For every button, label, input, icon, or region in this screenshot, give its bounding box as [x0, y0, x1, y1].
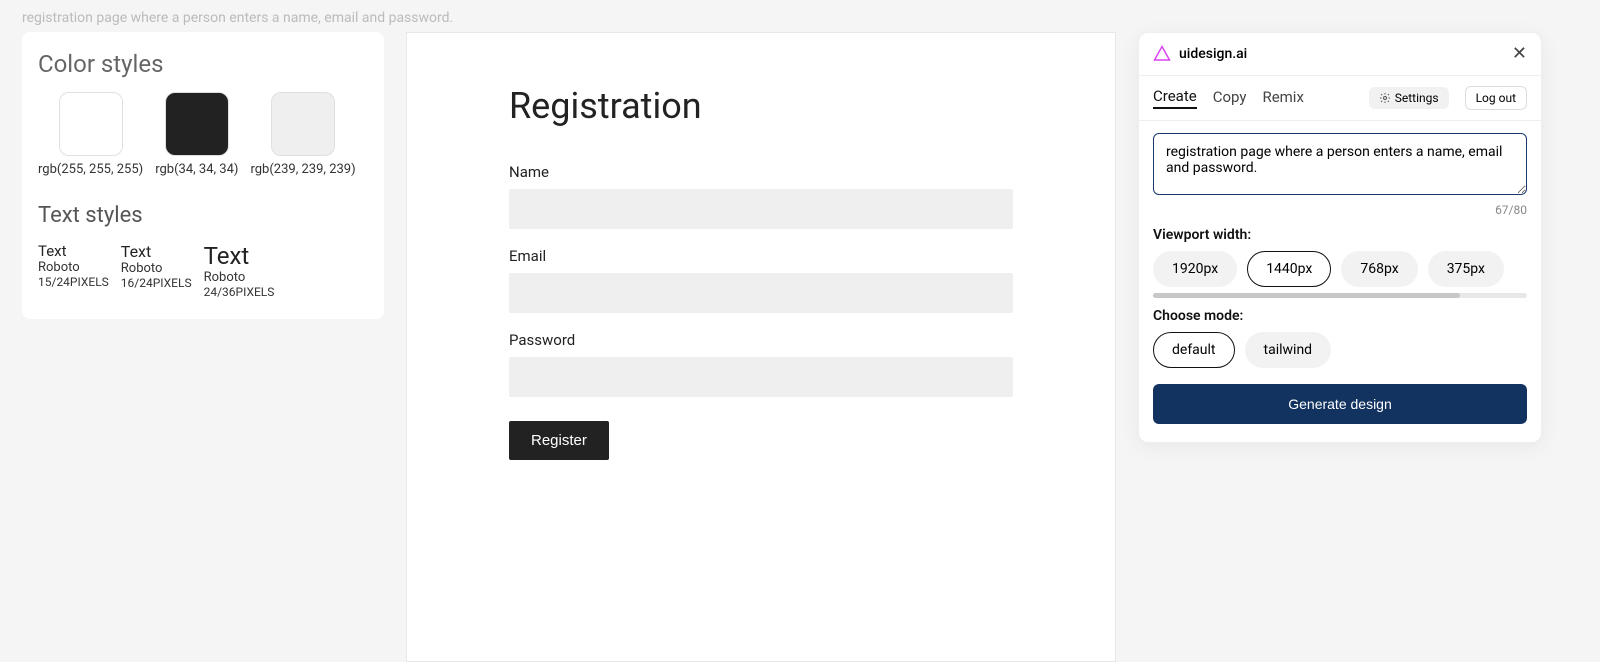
settings-label: Settings: [1395, 91, 1439, 105]
preview-panel: Registration Name Email Password Registe…: [406, 32, 1116, 662]
text-style-row: Text Roboto 15/24PIXELS Text Roboto 16/2…: [38, 242, 368, 299]
text-styles-title: Text styles: [38, 203, 368, 228]
name-input[interactable]: [509, 189, 1013, 229]
char-count: 67/80: [1153, 203, 1527, 217]
password-input[interactable]: [509, 357, 1013, 397]
color-styles-title: Color styles: [38, 50, 368, 78]
viewport-768[interactable]: 768px: [1341, 251, 1417, 287]
viewport-scrollbar[interactable]: [1153, 293, 1527, 298]
color-swatch-row: rgb(255, 255, 255) rgb(34, 34, 34) rgb(2…: [38, 92, 368, 177]
mode-row: default tailwind: [1153, 332, 1527, 368]
panel-header: uidesign.ai ✕: [1139, 33, 1541, 76]
text-sample: Text: [38, 242, 109, 260]
color-label: rgb(255, 255, 255): [38, 162, 143, 177]
color-label: rgb(239, 239, 239): [250, 162, 355, 177]
password-label: Password: [509, 331, 1013, 349]
text-sample: Text: [204, 242, 275, 270]
top-prompt-text: registration page where a person enters …: [22, 10, 453, 26]
text-sample: Text: [121, 242, 192, 261]
color-swatch-item: rgb(255, 255, 255): [38, 92, 143, 177]
tab-remix[interactable]: Remix: [1262, 88, 1303, 108]
mode-label: Choose mode:: [1153, 308, 1527, 324]
tab-row: Create Copy Remix Settings Log out: [1139, 76, 1541, 121]
text-family: Roboto: [204, 270, 275, 285]
gear-icon: [1379, 92, 1391, 104]
text-style-item[interactable]: Text Roboto 16/24PIXELS: [121, 242, 192, 299]
register-button[interactable]: Register: [509, 421, 609, 460]
logout-button[interactable]: Log out: [1465, 86, 1527, 110]
brand-name: uidesign.ai: [1179, 46, 1512, 62]
name-label: Name: [509, 163, 1013, 181]
viewport-label: Viewport width:: [1153, 227, 1527, 243]
text-style-item[interactable]: Text Roboto 15/24PIXELS: [38, 242, 109, 299]
prompt-textarea[interactable]: [1153, 133, 1527, 195]
close-icon[interactable]: ✕: [1512, 45, 1527, 63]
settings-button[interactable]: Settings: [1369, 87, 1449, 109]
mode-default[interactable]: default: [1153, 332, 1235, 368]
generate-button[interactable]: Generate design: [1153, 384, 1527, 424]
color-label: rgb(34, 34, 34): [155, 162, 238, 177]
color-swatch-item: rgb(34, 34, 34): [155, 92, 238, 177]
logo-icon: [1153, 45, 1171, 63]
viewport-row: 1920px 1440px 768px 375px: [1153, 251, 1527, 287]
tab-create[interactable]: Create: [1153, 87, 1197, 109]
page-title: Registration: [509, 85, 1013, 127]
viewport-375[interactable]: 375px: [1428, 251, 1504, 287]
text-size: 16/24PIXELS: [121, 276, 192, 290]
color-swatch[interactable]: [59, 92, 123, 156]
control-panel: uidesign.ai ✕ Create Copy Remix Settings…: [1138, 32, 1542, 443]
color-swatch[interactable]: [271, 92, 335, 156]
text-size: 15/24PIXELS: [38, 275, 109, 289]
panel-body: 67/80 Viewport width: 1920px 1440px 768p…: [1139, 121, 1541, 368]
email-label: Email: [509, 247, 1013, 265]
color-swatch[interactable]: [165, 92, 229, 156]
scrollbar-thumb[interactable]: [1153, 293, 1460, 298]
color-swatch-item: rgb(239, 239, 239): [250, 92, 355, 177]
text-family: Roboto: [38, 260, 109, 275]
viewport-1920[interactable]: 1920px: [1153, 251, 1237, 287]
email-input[interactable]: [509, 273, 1013, 313]
viewport-1440[interactable]: 1440px: [1247, 251, 1331, 287]
styles-panel: Color styles rgb(255, 255, 255) rgb(34, …: [22, 32, 384, 319]
text-style-item[interactable]: Text Roboto 24/36PIXELS: [204, 242, 275, 299]
text-family: Roboto: [121, 261, 192, 276]
text-size: 24/36PIXELS: [204, 285, 275, 299]
tab-copy[interactable]: Copy: [1213, 88, 1247, 108]
mode-tailwind[interactable]: tailwind: [1245, 332, 1332, 368]
